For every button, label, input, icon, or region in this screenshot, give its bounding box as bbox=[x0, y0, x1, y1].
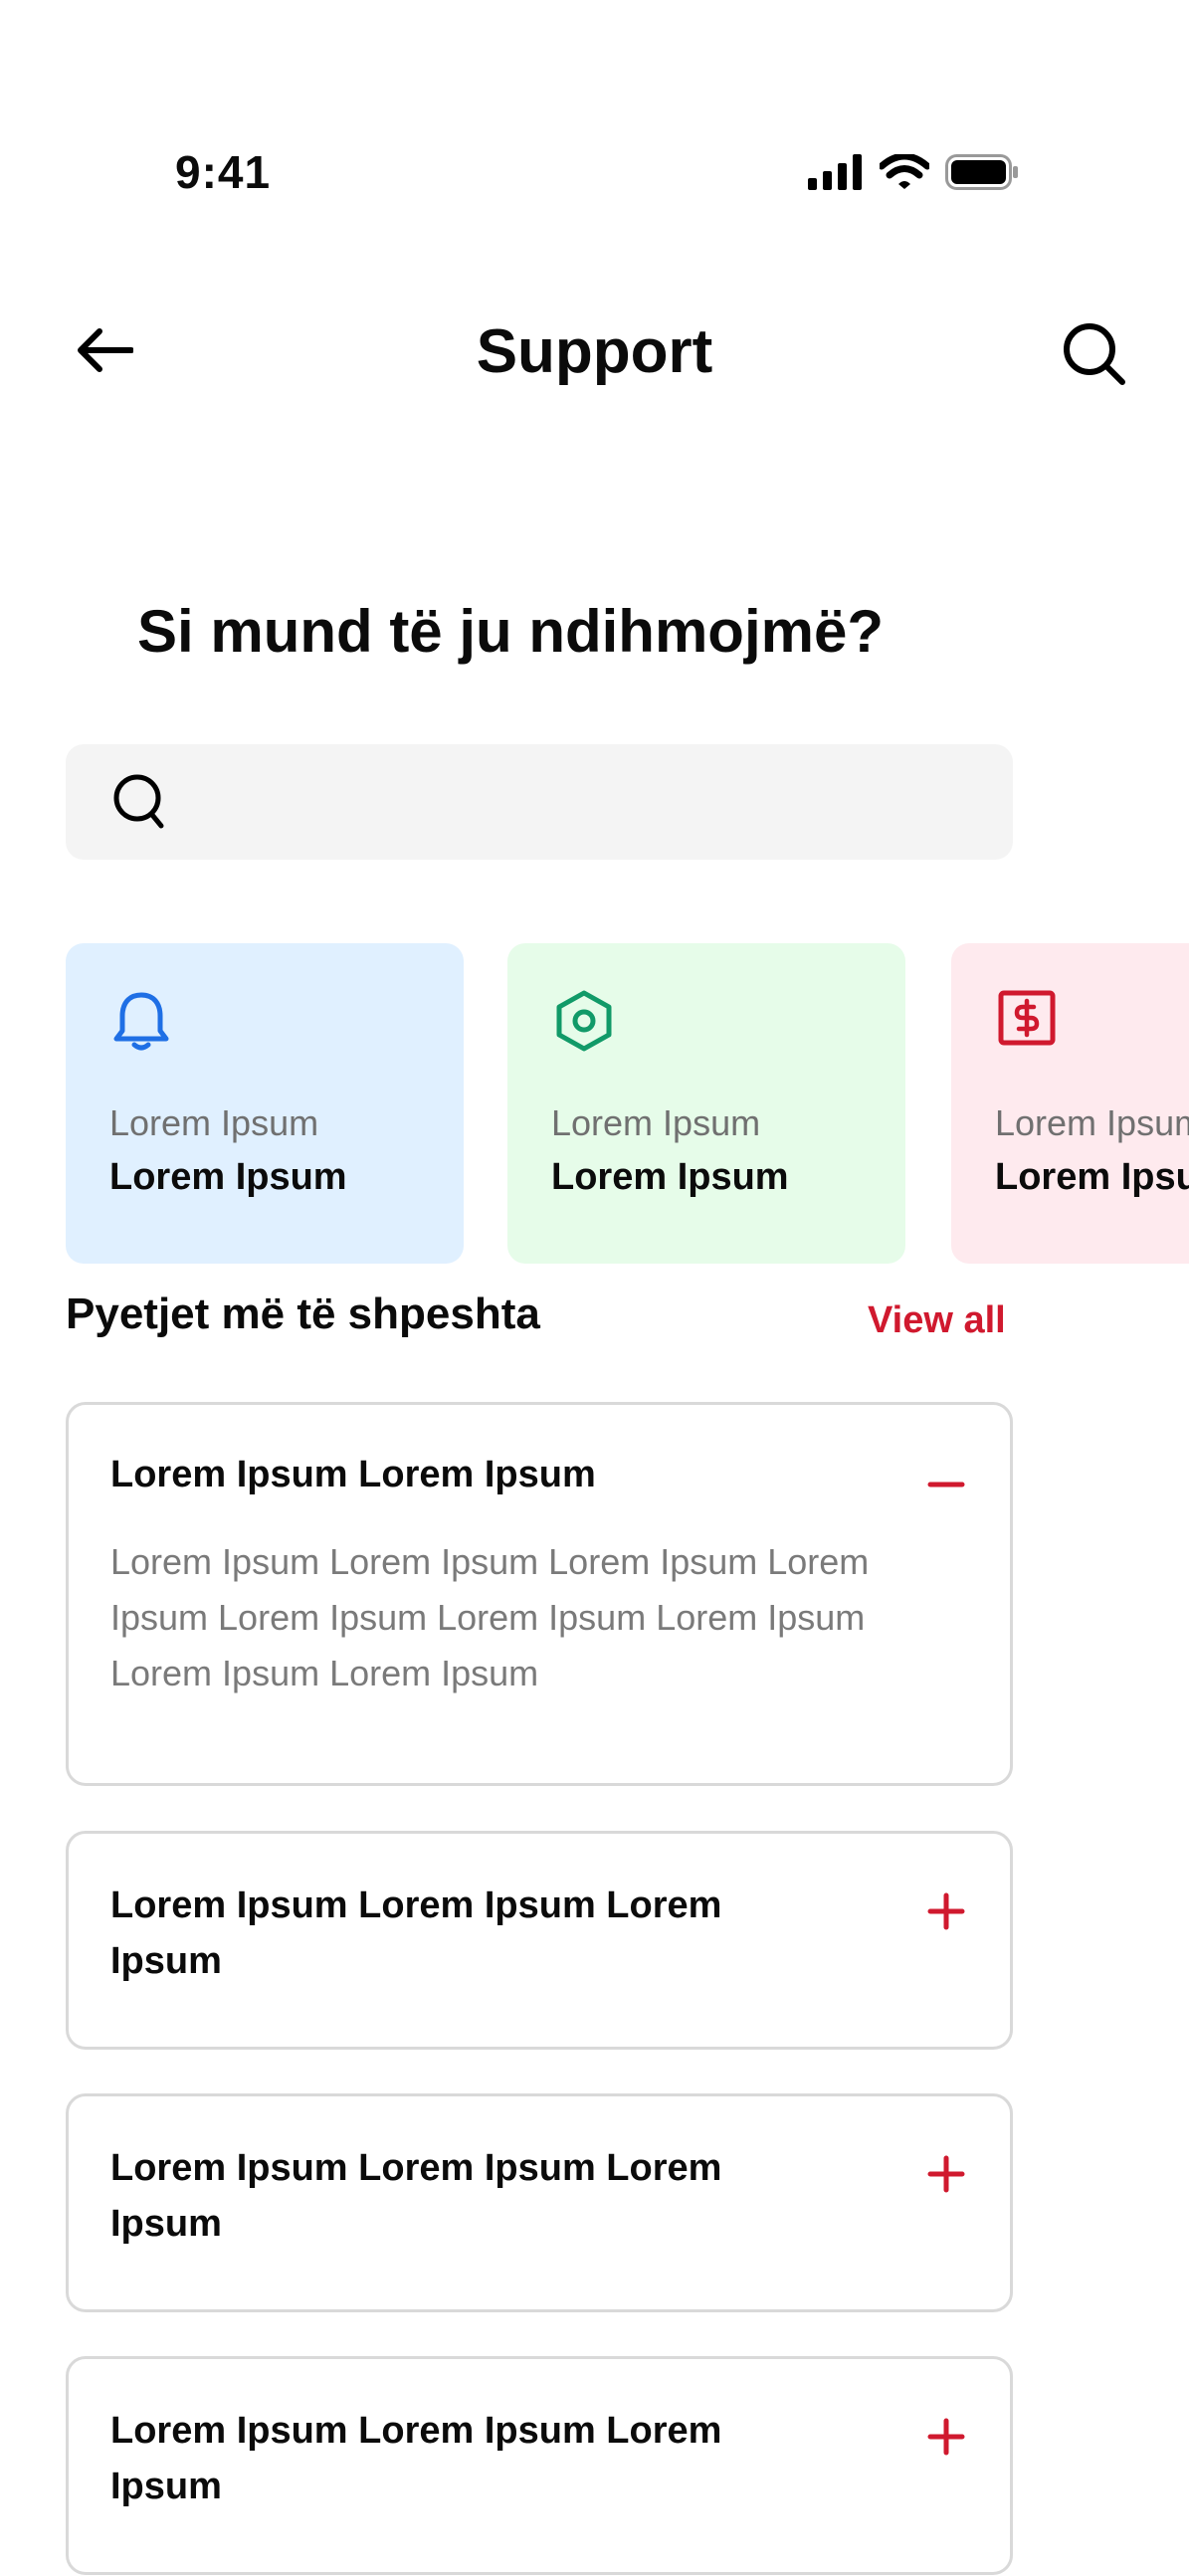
faq-item[interactable]: Lorem Ipsum Lorem Ipsum Lorem Ipsum bbox=[66, 2356, 1013, 2575]
faq-question: Lorem Ipsum Lorem Ipsum bbox=[110, 1454, 596, 1495]
hexagon-settings-icon bbox=[556, 990, 612, 1052]
faq-item[interactable]: Lorem Ipsum Lorem Ipsum Lorem Ipsum bbox=[66, 1831, 1013, 2050]
battery-icon bbox=[945, 154, 1018, 190]
plus-icon[interactable] bbox=[922, 1887, 970, 1935]
dollar-receipt-icon bbox=[998, 990, 1056, 1046]
category-card-settings[interactable]: Lorem Ipsum Lorem Ipsum bbox=[507, 943, 905, 1264]
search-icon bbox=[113, 774, 164, 829]
minus-icon[interactable] bbox=[922, 1461, 970, 1508]
faq-section-title: Pyetjet më të shpeshta bbox=[66, 1289, 540, 1338]
help-heading: Si mund të ju ndihmojmë? bbox=[137, 598, 884, 665]
plus-icon[interactable] bbox=[922, 2150, 970, 2198]
bell-icon bbox=[113, 992, 169, 1051]
category-subtitle: Lorem Ipsum bbox=[551, 1102, 761, 1143]
view-all-link[interactable]: View all bbox=[868, 1299, 1006, 1342]
faq-item-expanded[interactable]: Lorem Ipsum Lorem Ipsum Lorem Ipsum Lore… bbox=[66, 1402, 1013, 1786]
category-card-billing[interactable]: Lorem Ipsum Lorem Ipsum bbox=[951, 943, 1189, 1264]
status-icons bbox=[808, 154, 1019, 190]
category-card-notifications[interactable]: Lorem Ipsum Lorem Ipsum bbox=[66, 943, 464, 1264]
status-time: 9:41 bbox=[175, 146, 272, 198]
search-icon bbox=[1064, 323, 1125, 385]
faq-question: Lorem Ipsum Lorem Ipsum Lorem Ipsum bbox=[110, 1884, 722, 1982]
category-title: Lorem Ipsum bbox=[995, 1156, 1189, 1198]
category-subtitle: Lorem Ipsum bbox=[109, 1102, 319, 1143]
help-search-input[interactable] bbox=[189, 764, 989, 842]
category-subtitle: Lorem Ipsum bbox=[995, 1102, 1189, 1143]
signal-icon bbox=[808, 154, 862, 190]
category-carousel[interactable]: Lorem Ipsum Lorem Ipsum Lorem Ipsum Lore… bbox=[66, 943, 1189, 1264]
plus-icon[interactable] bbox=[922, 2413, 970, 2461]
help-search-bar[interactable] bbox=[66, 744, 1013, 860]
header-search-button[interactable] bbox=[1057, 316, 1132, 392]
faq-question: Lorem Ipsum Lorem Ipsum Lorem Ipsum bbox=[110, 2410, 722, 2507]
page-title: Support bbox=[476, 317, 713, 386]
faq-item[interactable]: Lorem Ipsum Lorem Ipsum Lorem Ipsum bbox=[66, 2093, 1013, 2312]
faq-answer: Lorem Ipsum Lorem Ipsum Lorem Ipsum Lore… bbox=[110, 1541, 870, 1693]
category-title: Lorem Ipsum bbox=[551, 1156, 789, 1198]
faq-question: Lorem Ipsum Lorem Ipsum Lorem Ipsum bbox=[110, 2147, 722, 2245]
wifi-icon bbox=[880, 154, 929, 189]
category-title: Lorem Ipsum bbox=[109, 1156, 347, 1198]
